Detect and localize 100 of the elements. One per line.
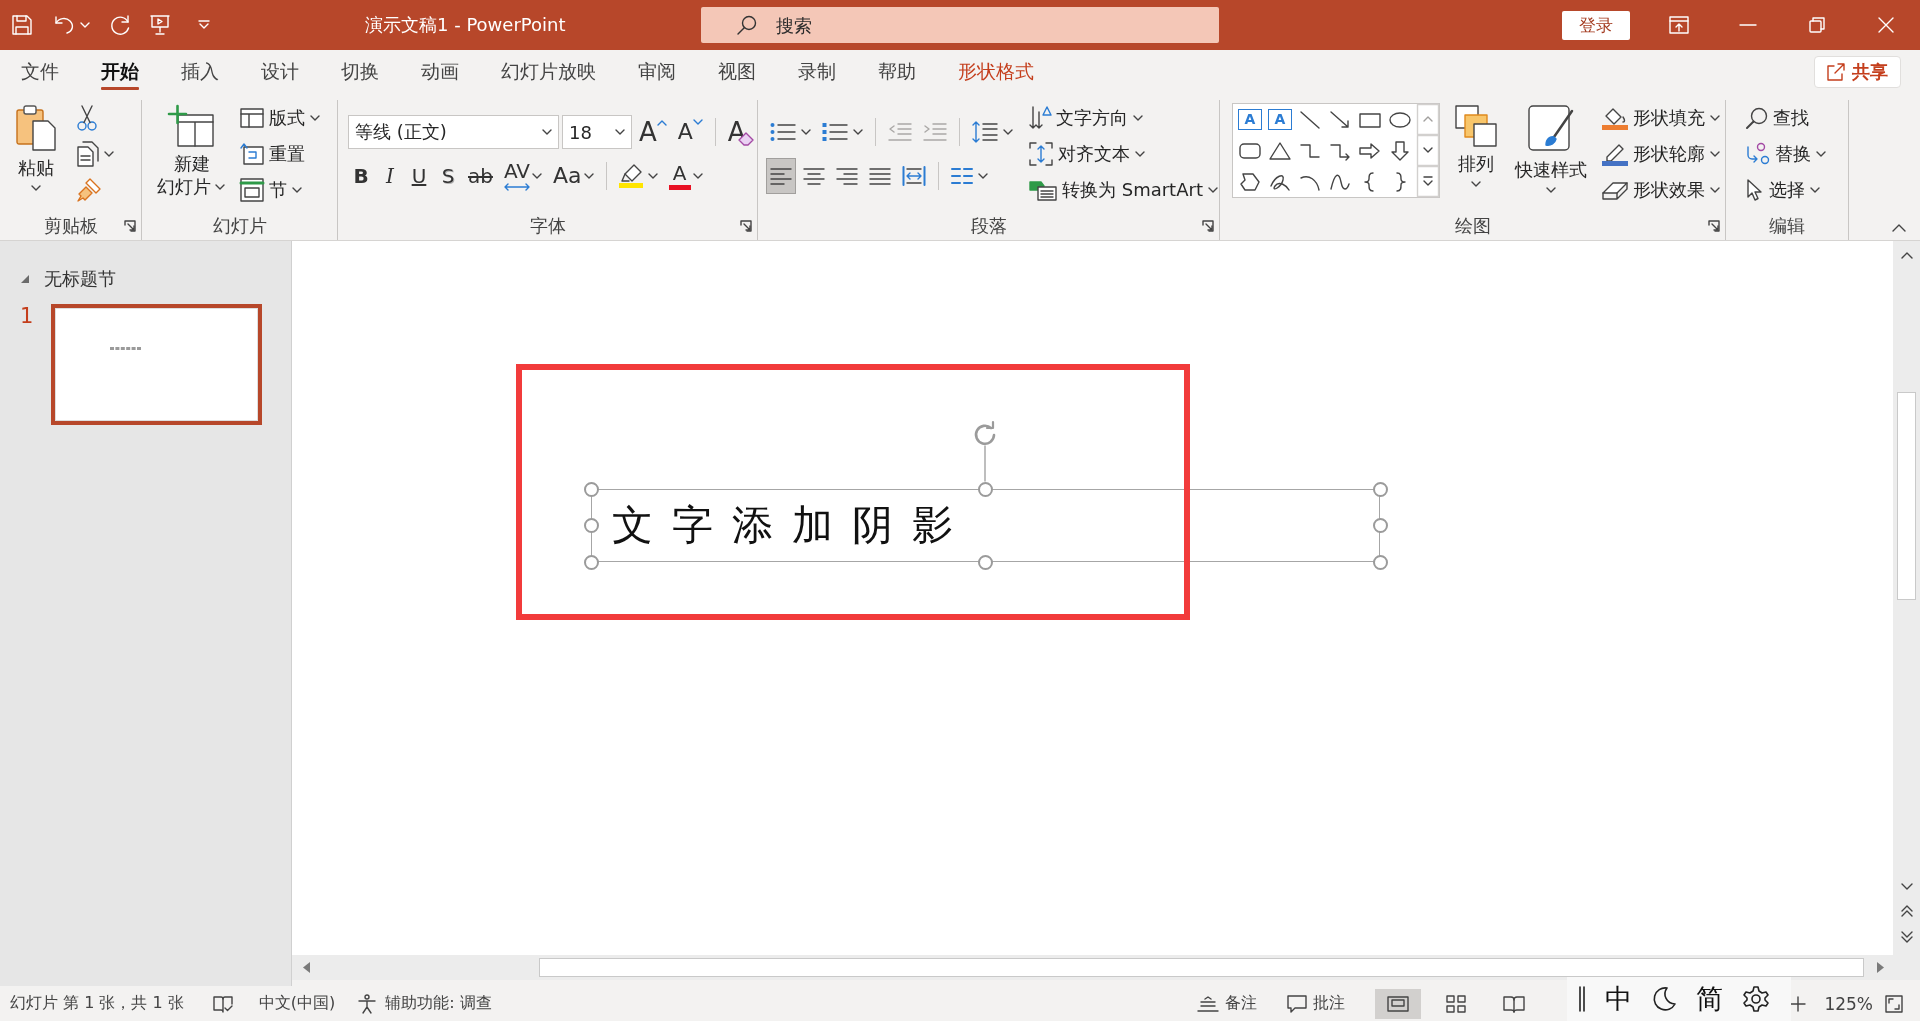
chevron-down-icon[interactable] <box>853 129 863 135</box>
align-left-icon[interactable] <box>770 167 792 185</box>
dialog-launcher-icon[interactable] <box>1708 220 1720 232</box>
zoom-level[interactable]: 125% <box>1824 993 1873 1014</box>
search-icon[interactable] <box>1746 107 1768 129</box>
layout-icon[interactable] <box>240 108 264 128</box>
resize-handle[interactable] <box>1372 554 1388 570</box>
align-text-icon[interactable] <box>1029 142 1053 166</box>
accessibility-icon[interactable] <box>357 993 378 1014</box>
comment-icon[interactable] <box>1287 994 1308 1013</box>
new-slide-icon[interactable] <box>168 105 214 147</box>
vertical-scrollbar[interactable] <box>1893 241 1920 955</box>
chevron-down-icon[interactable] <box>1710 187 1720 193</box>
cursor-icon[interactable] <box>1746 179 1764 201</box>
chevron-down-icon[interactable] <box>1133 115 1143 121</box>
chevron-down-icon[interactable] <box>1471 181 1481 187</box>
settings-icon[interactable] <box>1743 986 1769 1012</box>
reset-button[interactable]: 重置 <box>236 136 324 172</box>
rounded-rectangle-icon[interactable] <box>1239 140 1261 161</box>
chevron-down-icon[interactable] <box>647 173 658 179</box>
share-icon[interactable] <box>1827 63 1845 81</box>
double-arrow-icon[interactable] <box>504 183 530 191</box>
curve-icon[interactable] <box>1329 171 1351 192</box>
ribbon-tab[interactable]: 审阅 <box>617 50 697 93</box>
reset-icon[interactable] <box>240 143 264 165</box>
redo-icon[interactable] <box>110 15 130 35</box>
ribbon-display-icon[interactable] <box>1668 16 1689 34</box>
previous-slide-icon[interactable] <box>1900 905 1913 917</box>
normal-view-button[interactable] <box>1375 988 1422 1019</box>
ribbon-tab[interactable]: 幻灯片放映 <box>480 50 617 93</box>
oval-icon[interactable] <box>1389 109 1411 130</box>
ribbon-tab[interactable]: 录制 <box>777 50 857 93</box>
distribute-icon[interactable] <box>902 166 926 186</box>
normal-view-icon[interactable] <box>1387 995 1410 1012</box>
next-slide-icon[interactable] <box>1900 931 1913 943</box>
section-button[interactable]: 节 <box>236 172 324 208</box>
scrollbar-thumb[interactable] <box>1897 392 1916 600</box>
align-right-icon[interactable] <box>836 167 858 185</box>
text-direction-icon[interactable] <box>1029 106 1051 130</box>
ribbon-tab[interactable]: 切换 <box>320 50 400 93</box>
comments-button[interactable]: 批注 <box>1287 993 1346 1014</box>
more-icon[interactable] <box>1417 166 1439 197</box>
fit-to-window-icon[interactable] <box>1885 994 1903 1013</box>
accessibility-button[interactable]: 辅助功能: 调查 <box>357 993 492 1014</box>
chevron-down-icon[interactable] <box>31 185 41 191</box>
shrink-font-button[interactable]: A <box>673 115 707 149</box>
paste-button[interactable]: 粘贴 <box>13 100 59 210</box>
dialog-launcher-icon[interactable] <box>1202 220 1214 232</box>
font-color-button[interactable]: A <box>664 159 707 193</box>
ribbon-tab[interactable]: 视图 <box>697 50 777 93</box>
chevron-down-icon[interactable] <box>292 187 302 193</box>
resize-handle[interactable] <box>583 481 599 497</box>
restore-icon[interactable] <box>1808 17 1825 33</box>
numbered-list-icon[interactable] <box>822 122 848 142</box>
bold-button[interactable]: B <box>348 159 374 193</box>
reading-view-icon[interactable] <box>1503 994 1526 1013</box>
align-center-icon[interactable] <box>803 167 825 185</box>
font-size-combobox[interactable]: 18 <box>562 115 632 149</box>
text-box-button[interactable]: A <box>1268 109 1292 130</box>
triangle-icon[interactable] <box>1269 140 1291 161</box>
section-icon[interactable] <box>240 178 264 202</box>
character-spacing-button[interactable]: AV <box>499 159 547 193</box>
find-button[interactable]: 查找 <box>1742 100 1830 136</box>
right-arrow-icon[interactable] <box>1359 140 1381 161</box>
chevron-down-icon[interactable] <box>978 173 988 179</box>
moon-icon[interactable] <box>1652 987 1676 1011</box>
notes-button[interactable]: 备注 <box>1197 993 1258 1014</box>
notes-icon[interactable] <box>1197 995 1220 1012</box>
book-check-icon[interactable] <box>212 994 233 1013</box>
save-icon[interactable] <box>12 15 32 35</box>
input-mode-button[interactable]: 中 <box>1605 984 1632 1014</box>
freeform-icon[interactable] <box>1239 171 1261 192</box>
line-spacing-icon[interactable] <box>972 121 998 143</box>
arrange-icon[interactable] <box>1455 105 1497 147</box>
chevron-down-icon[interactable] <box>692 173 703 179</box>
slide-sorter-icon[interactable] <box>1446 994 1467 1013</box>
clipboard-icon[interactable] <box>16 105 56 151</box>
ribbon-tab[interactable]: 设计 <box>240 50 320 93</box>
dialog-launcher-icon[interactable] <box>740 220 752 232</box>
align-left-button[interactable] <box>766 158 796 194</box>
shape-fill-button[interactable]: 形状填充 <box>1598 100 1724 136</box>
chevron-down-icon[interactable] <box>1003 129 1013 135</box>
undo-icon[interactable] <box>54 16 74 34</box>
scroll-down-icon[interactable] <box>1900 883 1913 891</box>
caret-up-icon[interactable] <box>656 119 667 126</box>
language-button[interactable]: 中文(中国) <box>258 993 336 1014</box>
chevron-down-icon[interactable] <box>1710 115 1720 121</box>
share-button[interactable]: 共享 <box>1814 56 1901 88</box>
text-direction-button[interactable]: 文字方向 <box>1025 100 1222 136</box>
ribbon-tab[interactable]: 插入 <box>160 50 240 93</box>
down-arrow-icon[interactable] <box>1389 140 1411 161</box>
shape-effects-icon[interactable] <box>1602 180 1628 200</box>
resize-handle[interactable] <box>583 554 599 570</box>
shape-effects-button[interactable]: 形状效果 <box>1598 172 1724 208</box>
copy-icon[interactable] <box>77 141 99 167</box>
collapse-ribbon-icon[interactable] <box>1892 224 1906 232</box>
slide-thumbnail[interactable] <box>51 304 262 425</box>
search-icon[interactable] <box>737 15 757 35</box>
text-box-button[interactable]: A <box>1238 109 1262 130</box>
shape-outline-button[interactable]: 形状轮廓 <box>1598 136 1724 172</box>
